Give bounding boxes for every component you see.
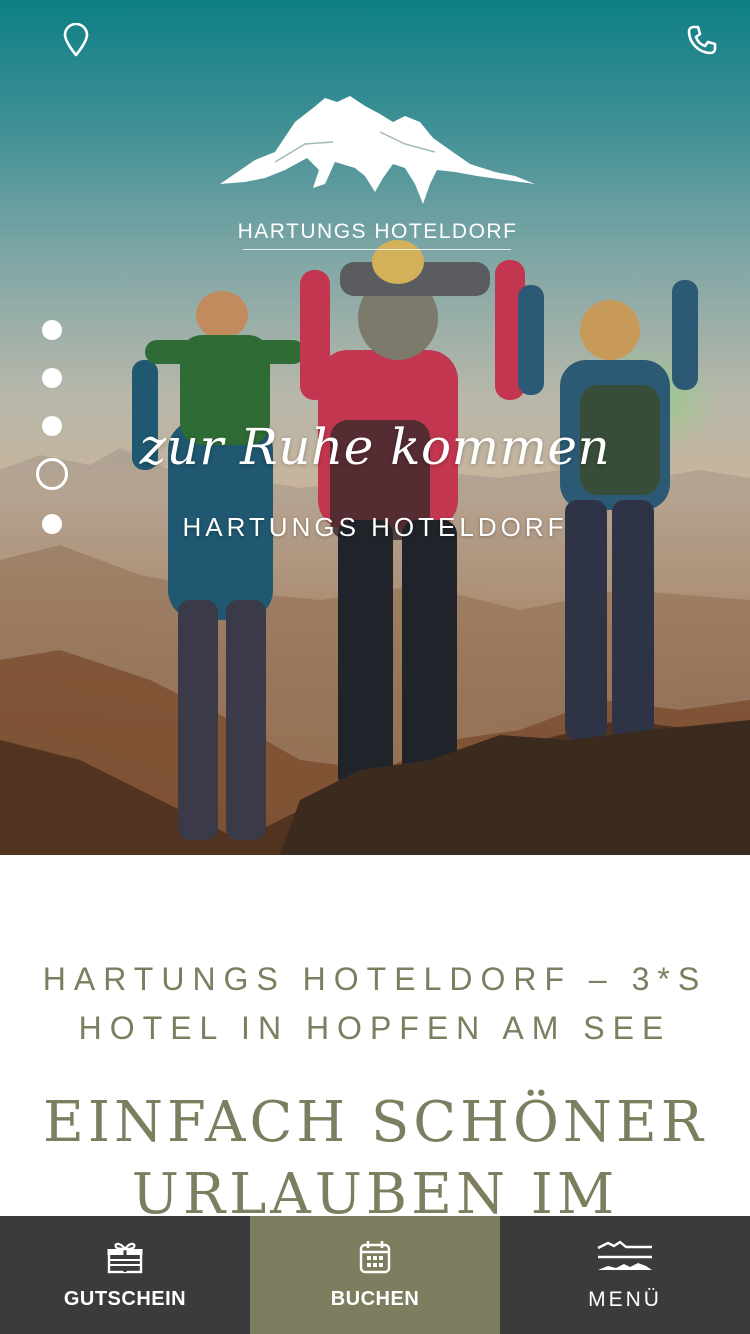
hotel-logo[interactable]: HARTUNGS HOTELDORF [215,92,540,252]
mountain-logo-icon [220,96,535,204]
voucher-label: GUTSCHEIN [63,1288,187,1310]
map-pin-icon[interactable] [46,10,106,70]
hero-subtitle: HARTUNGS HOTELDORF [182,512,568,542]
hero-script-title: zur Ruhe kommen [139,418,611,476]
hero-section: HARTUNGS HOTELDORF zur Ruhe kommen HARTU… [0,0,750,855]
logo-name: HARTUNGS HOTELDORF [237,220,518,243]
slide-dot-1[interactable] [42,320,62,340]
intro-kicker: HARTUNGS HOTELDORF – 3*S HOTEL IN HOPFEN… [40,955,710,1053]
phone-icon[interactable] [672,10,732,70]
headline-line-1: EINFACH SCHÖNER [43,1090,707,1155]
voucher-button[interactable]: GUTSCHEIN [0,1216,250,1334]
mountain-menu-icon [596,1238,654,1276]
book-button[interactable]: BUCHEN [250,1216,500,1334]
menu-label: MENÜ [588,1288,662,1311]
kicker-line-2: HOTEL IN HOPFEN AM SEE [78,1010,672,1046]
intro-headline: EINFACH SCHÖNER URLAUBEN IM [30,1087,720,1231]
bottom-nav: GUTSCHEIN BUCHEN MENÜ [0,1216,750,1334]
gift-icon [106,1238,144,1276]
calendar-icon [359,1238,391,1276]
kicker-line-1: HARTUNGS HOTELDORF – 3*S [42,961,708,997]
slide-dot-2[interactable] [42,368,62,388]
logo-underline [243,249,511,250]
book-label: BUCHEN [330,1288,420,1310]
menu-button[interactable]: MENÜ [500,1216,750,1334]
